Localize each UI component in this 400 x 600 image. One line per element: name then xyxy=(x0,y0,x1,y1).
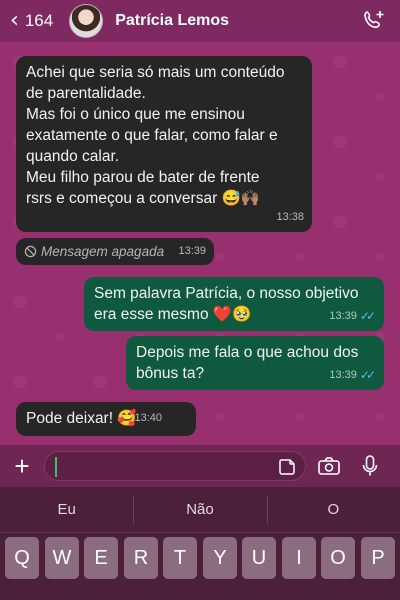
message-time: 13:39 ✓✓ xyxy=(329,365,376,386)
key-y[interactable]: Y xyxy=(203,537,237,579)
message-incoming[interactable]: Achei que seria só mais um conteúdo de p… xyxy=(16,56,312,232)
suggestion-item[interactable]: Eu xyxy=(0,501,133,518)
chevron-left-icon: ‹ xyxy=(10,8,19,33)
key-p[interactable]: P xyxy=(361,537,395,579)
blocked-icon xyxy=(24,245,37,258)
message-line: exatamente o que falar, como falar e xyxy=(26,127,278,144)
message-outgoing[interactable]: Sem palavra Patrícia, o nosso objetivo e… xyxy=(84,277,384,331)
add-call-icon[interactable] xyxy=(354,0,394,42)
message-line: Mas foi o único que me ensinou xyxy=(26,106,245,123)
message-line: de parentalidade. xyxy=(26,85,146,102)
suggestion-bar: Eu Não O xyxy=(0,487,400,533)
message-time: 13:38 xyxy=(276,211,304,223)
key-e[interactable]: E xyxy=(84,537,118,579)
plus-icon[interactable]: + xyxy=(0,453,44,479)
message-line: Depois me fala o que achou dos xyxy=(136,344,359,361)
message-input[interactable] xyxy=(44,451,306,481)
contact-name[interactable]: Patrícia Lemos xyxy=(115,12,354,30)
message-deleted[interactable]: Mensagem apagada 13:39 xyxy=(16,238,214,265)
message-line: quando calar. xyxy=(26,148,120,165)
keyboard: Eu Não O Q W E R T Y U I O P xyxy=(0,487,400,600)
key-w[interactable]: W xyxy=(45,537,79,579)
message-time: 13:39 xyxy=(178,245,206,257)
message-time: 13:39 ✓✓ xyxy=(329,306,376,327)
sticker-icon[interactable] xyxy=(277,457,297,482)
message-line: Meu filho parou de bater de frente xyxy=(26,169,260,186)
camera-icon[interactable] xyxy=(306,445,352,487)
key-q[interactable]: Q xyxy=(5,537,39,579)
key-o[interactable]: O xyxy=(321,537,355,579)
chat-header: ‹ 164 Patrícia Lemos xyxy=(0,0,400,42)
message-line: Pode deixar! 🥰 xyxy=(26,410,137,427)
key-u[interactable]: U xyxy=(242,537,276,579)
key-t[interactable]: T xyxy=(163,537,197,579)
message-line: Achei que seria só mais um conteúdo xyxy=(26,64,285,81)
chat-area[interactable]: Achei que seria só mais um conteúdo de p… xyxy=(0,42,400,445)
key-i[interactable]: I xyxy=(282,537,316,579)
back-button[interactable]: ‹ 164 xyxy=(0,0,53,42)
suggestion-item[interactable]: Não xyxy=(133,496,266,524)
microphone-icon[interactable] xyxy=(352,445,388,487)
suggestion-item[interactable]: O xyxy=(266,496,400,524)
key-r[interactable]: R xyxy=(124,537,158,579)
text-cursor xyxy=(55,457,57,477)
composer: + xyxy=(0,445,400,487)
message-line: Sem palavra Patrícia, o nosso objetivo xyxy=(94,285,359,302)
read-ticks-icon: ✓✓ xyxy=(359,309,376,323)
message-incoming[interactable]: Pode deixar! 🥰 13:40 xyxy=(16,402,196,436)
deleted-label: Mensagem apagada xyxy=(41,244,165,259)
read-ticks-icon: ✓✓ xyxy=(359,368,376,382)
message-time: 13:40 xyxy=(134,412,162,424)
avatar[interactable] xyxy=(69,4,104,38)
key-row: Q W E R T Y U I O P xyxy=(0,537,400,600)
message-outgoing[interactable]: Depois me fala o que achou dos bônus ta?… xyxy=(126,336,384,390)
message-line: rsrs e começou a conversar 😅🙌🏽 xyxy=(26,190,261,207)
unread-count: 164 xyxy=(24,11,54,30)
